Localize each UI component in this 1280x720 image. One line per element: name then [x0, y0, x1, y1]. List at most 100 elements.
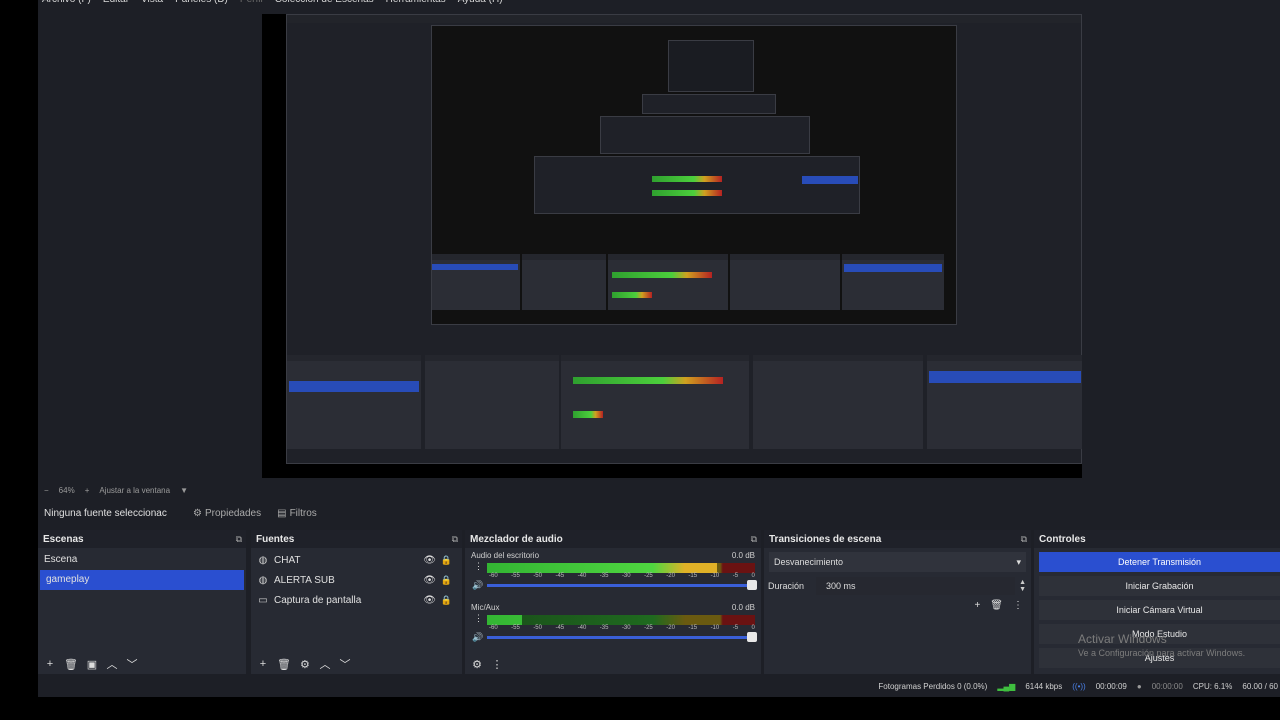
duration-row: Duración 300 ms ▲ ▼ [768, 576, 1026, 596]
trash-icon[interactable]: 🗑 [990, 600, 1003, 611]
undock-icon[interactable]: ⧉ [751, 534, 757, 545]
chevron-down-icon[interactable]: ﹀ [126, 656, 138, 672]
source-item[interactable]: ◍ CHAT 👁 🔒 [251, 550, 462, 570]
trash-icon[interactable]: 🗑 [277, 658, 291, 671]
menu-scene-collection[interactable]: Colección de Escenas [275, 0, 374, 8]
trash-icon[interactable]: 🗑 [64, 658, 78, 671]
volume-slider-handle[interactable] [747, 632, 757, 642]
source-label: Captura de pantalla [274, 594, 362, 606]
rec-time: 00:00:00 [1151, 682, 1183, 691]
undock-icon[interactable]: ⧉ [452, 534, 458, 545]
zoom-in-button[interactable]: + [85, 486, 90, 495]
stop-streaming-button[interactable]: Detener Transmisión [1039, 552, 1280, 572]
nested-blue-1 [802, 176, 858, 184]
scene-item[interactable]: Escena [38, 550, 246, 570]
kebab-menu-icon[interactable]: ⋮ [474, 562, 483, 571]
dropped-frames: Fotogramas Perdidos 0 (0.0%) [878, 682, 988, 691]
transitions-toolbar: + 🗑 ⋮ [974, 600, 1023, 611]
scenes-dock: Escenas ⧉ Escena gameplay + 🗑 ▣ ︿ ﹀ [38, 530, 246, 674]
lock-icon[interactable]: 🔒 [441, 595, 452, 606]
nested-capture-3 [534, 156, 860, 214]
menu-help[interactable]: Ayuda (H) [458, 0, 503, 8]
lock-icon[interactable]: 🔒 [441, 575, 452, 586]
speaker-icon[interactable]: 🔊 [472, 632, 483, 643]
chevron-up-icon[interactable]: ︿ [319, 656, 331, 672]
kebab-menu-icon[interactable]: ⋮ [1013, 600, 1023, 611]
start-recording-button[interactable]: Iniciar Grabación [1039, 576, 1280, 596]
undock-icon[interactable]: ⧉ [1021, 534, 1027, 545]
nested-capture-2 [431, 25, 957, 325]
scale-tick: -10 [710, 625, 720, 631]
mixer-channel: Mic/Aux 0.0 dB ⋮ -60 -55 -50 -45 -40 -35… [465, 603, 761, 653]
scale-tick: -55 [511, 625, 520, 631]
chevron-down-icon[interactable]: ﹀ [339, 656, 351, 672]
filter-icon[interactable]: ▣ [86, 658, 98, 671]
menu-file[interactable]: Archivo (F) [42, 0, 91, 8]
fit-window-label[interactable]: Ajustar a la ventana [99, 486, 170, 495]
add-icon[interactable]: + [44, 658, 56, 670]
channel-db: 0.0 dB [731, 551, 755, 560]
kebab-menu-icon[interactable]: ⋮ [474, 614, 483, 623]
scale-tick: -55 [511, 573, 520, 579]
scene-item-selected[interactable]: gameplay [40, 570, 244, 590]
sources-toolbar: + 🗑 ⚙ ︿ ﹀ [251, 654, 462, 674]
preview-canvas[interactable] [262, 14, 1082, 478]
menu-profile[interactable]: Perfil [240, 0, 263, 8]
eye-icon[interactable]: 👁 [423, 575, 436, 586]
menu-tools[interactable]: Herramientas [386, 0, 446, 8]
nested-big-meter-1 [573, 377, 723, 384]
kebab-menu-icon[interactable]: ⋮ [491, 658, 503, 671]
nested-meter-1 [652, 176, 722, 182]
nested-capture-4 [600, 116, 810, 154]
scale-tick: -40 [577, 573, 587, 579]
menu-docks[interactable]: Paneles (D) [175, 0, 228, 8]
audio-mixer-dock: Mezclador de audio ⧉ Audio del escritori… [465, 530, 761, 674]
scale-tick: -30 [621, 625, 631, 631]
source-item[interactable]: ◍ ALERTA SUB 👁 🔒 [251, 570, 462, 590]
volume-slider-handle[interactable] [747, 580, 757, 590]
source-item[interactable]: ▭ Captura de pantalla 👁 🔒 [251, 590, 462, 610]
speaker-icon[interactable]: 🔊 [472, 580, 483, 591]
properties-button[interactable]: ⚙ Propiedades [187, 502, 267, 524]
start-virtual-camera-button[interactable]: Iniciar Cámara Virtual [1039, 600, 1280, 620]
channel-name: Audio del escritorio [471, 551, 540, 560]
scale-tick: -30 [621, 573, 631, 579]
lock-icon[interactable]: 🔒 [441, 555, 452, 566]
channel-db: 0.0 dB [731, 603, 755, 612]
gear-icon[interactable]: ⚙ [471, 658, 483, 671]
globe-icon: ◍ [258, 574, 268, 586]
volume-meter [487, 563, 755, 573]
nested-panel-scenes [432, 254, 520, 310]
nested-big-controls [927, 355, 1082, 449]
scale-tick: -45 [555, 625, 565, 631]
transitions-title: Transiciones de escena [769, 533, 882, 545]
gear-icon[interactable]: ⚙ [299, 658, 311, 671]
duration-stepper[interactable]: ▲ ▼ [1019, 579, 1026, 593]
zoom-dropdown-icon[interactable]: ▼ [180, 486, 188, 495]
live-time: 00:00:09 [1095, 682, 1127, 691]
volume-slider[interactable] [487, 584, 755, 587]
dropdown-arrow-icon: ▾ [1016, 556, 1021, 567]
eye-icon[interactable]: 👁 [423, 555, 436, 566]
nested-big-blue-ctrl [929, 371, 1081, 383]
chevron-up-icon[interactable]: ︿ [106, 656, 118, 672]
no-source-label: Ninguna fuente seleccionac [44, 507, 167, 519]
add-icon[interactable]: + [974, 600, 980, 611]
scale-tick: -50 [533, 573, 542, 579]
transition-selected: Desvanecimiento [774, 557, 844, 567]
menu-edit[interactable]: Editar [103, 0, 129, 8]
zoom-out-button[interactable]: − [44, 486, 49, 495]
duration-input[interactable]: 300 ms [816, 577, 1016, 595]
bitrate: 6144 kbps [1025, 682, 1063, 691]
menu-view[interactable]: Vista [141, 0, 163, 8]
filters-label: Filtros [289, 507, 317, 519]
scale-tick: -50 [533, 625, 542, 631]
add-icon[interactable]: + [257, 658, 269, 670]
transition-select[interactable]: Desvanecimiento ▾ [769, 552, 1026, 572]
filters-button[interactable]: ▤ Filtros [271, 502, 323, 524]
eye-icon[interactable]: 👁 [423, 595, 436, 606]
record-icon: ● [1136, 682, 1142, 691]
undock-icon[interactable]: ⧉ [236, 534, 242, 545]
volume-slider[interactable] [487, 636, 755, 639]
monitor-icon: ▭ [258, 594, 268, 606]
